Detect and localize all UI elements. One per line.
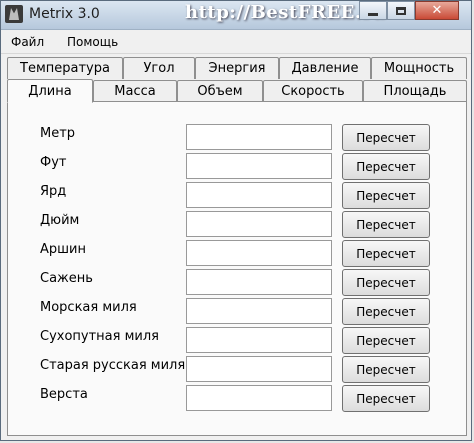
watermark: http://BestFREE.ru [185,2,386,23]
app-icon [5,5,23,23]
recalculate-button[interactable]: Пересчет [342,269,430,296]
title-bar[interactable]: Metrix 3.0 http://BestFREE.ru ✕ [1,1,471,30]
recalculate-button[interactable]: Пересчет [342,356,430,383]
tab-speed[interactable]: Скорость [263,80,363,102]
unit-value-input[interactable] [186,298,332,324]
tab-temperature[interactable]: Температура [7,57,123,79]
unit-label: Аршин [40,242,86,257]
close-icon: ✕ [431,3,443,18]
tab-power[interactable]: Мощность [371,57,467,79]
tab-length[interactable]: Длина [7,79,93,103]
unit-value-input[interactable] [186,124,332,150]
menu-file[interactable]: Файл [11,35,44,49]
unit-value-input[interactable] [186,153,332,179]
maximize-icon [396,6,406,15]
window-title: Metrix 3.0 [29,6,100,22]
maximize-button[interactable] [387,1,415,20]
recalculate-button[interactable]: Пересчет [342,298,430,325]
unit-label: Морская миля [40,300,137,315]
unit-label: Верста [40,387,88,402]
minimize-button[interactable] [359,1,387,20]
unit-value-input[interactable] [186,356,332,382]
unit-value-input[interactable] [186,182,332,208]
tab-pressure[interactable]: Давление [279,57,371,79]
app-window: Metrix 3.0 http://BestFREE.ru ✕ Файл Пом… [0,0,472,441]
unit-label: Дюйм [40,213,80,228]
unit-value-input[interactable] [186,327,332,353]
length-panel: Метр Пересчет Фут Пересчет Ярд Пересчет Дюйм Пе… [7,101,467,436]
recalculate-button[interactable]: Пересчет [342,124,430,151]
tab-volume[interactable]: Объем [177,80,263,102]
unit-value-input[interactable] [186,269,332,295]
recalculate-button[interactable]: Пересчет [342,385,430,412]
minimize-icon [368,12,378,16]
tab-area[interactable]: Площадь [363,80,467,102]
recalculate-button[interactable]: Пересчет [342,327,430,354]
unit-value-input[interactable] [186,211,332,237]
recalculate-button[interactable]: Пересчет [342,211,430,238]
menu-help[interactable]: Помощь [67,35,118,49]
close-button[interactable]: ✕ [415,1,459,20]
unit-label: Ярд [40,184,67,199]
unit-label: Фут [40,155,67,170]
unit-label: Сухопутная миля [40,329,159,344]
unit-label: Сажень [40,271,93,286]
tab-energy[interactable]: Энергия [195,57,279,79]
menu-bar: Файл Помощь [1,30,471,54]
recalculate-button[interactable]: Пересчет [342,240,430,267]
tab-angle[interactable]: Угол [123,57,195,79]
unit-value-input[interactable] [186,240,332,266]
unit-label: Старая русская миля [40,358,186,373]
tab-mass[interactable]: Масса [93,80,177,102]
recalculate-button[interactable]: Пересчет [342,153,430,180]
unit-value-input[interactable] [186,385,332,411]
unit-label: Метр [40,126,76,141]
recalculate-button[interactable]: Пересчет [342,182,430,209]
